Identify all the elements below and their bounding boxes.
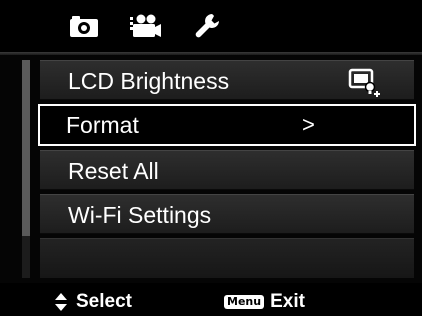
menu-item-label: Format [66,112,139,138]
select-hint-label: Select [76,291,132,312]
exit-hint-label: Exit [270,291,305,312]
camera-setup-screen: LCD Brightness Format > Reset All Wi-Fi … [0,0,422,316]
lcd-brightness-icon [348,67,382,102]
menu-item-label: LCD Brightness [68,68,230,94]
menu-item-lcd-brightness[interactable]: LCD Brightness [40,60,414,100]
chevron-right-icon: > [302,112,315,137]
button-hint-bar: Select Menu Exit [0,286,422,316]
select-hint: Select [54,291,132,313]
tab-video[interactable] [124,0,168,52]
menu-item-format[interactable]: Format > [38,104,416,146]
tab-camera[interactable] [62,0,106,52]
menu-key-icon: Menu [224,295,265,309]
scrollbar-thumb[interactable] [22,60,30,236]
camera-icon [70,16,98,37]
menu-item-reset-all[interactable]: Reset All [40,150,414,190]
wrench-icon [195,14,219,38]
empty-menu-slot [40,238,414,278]
menu-item-wifi-settings[interactable]: Wi-Fi Settings [40,194,414,234]
tab-setup[interactable] [186,0,230,52]
exit-hint: Menu Exit [224,291,305,313]
menu-item-label: Reset All [68,158,159,184]
video-camera-icon [130,14,161,37]
menu-item-label: Wi-Fi Settings [68,202,212,228]
mode-tab-bar [0,0,422,52]
up-down-arrows-icon [55,293,67,311]
